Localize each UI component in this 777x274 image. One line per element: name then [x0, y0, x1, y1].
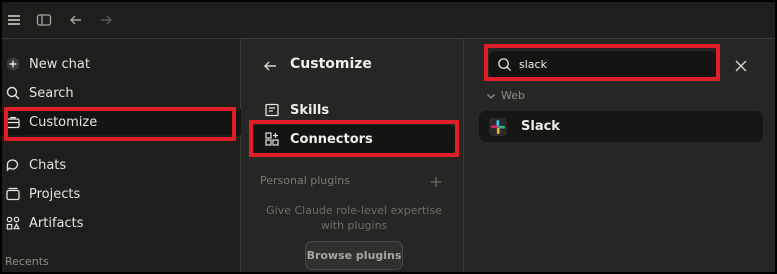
plus-circle-icon	[5, 56, 21, 72]
sidebar-item-chats[interactable]: Chats	[2, 152, 241, 178]
panel-title: Customize	[290, 56, 372, 72]
chevron-down-icon	[485, 90, 497, 102]
forward-arrow-icon[interactable]	[98, 12, 114, 28]
sidebar-item-label: Projects	[29, 186, 81, 202]
sidebar-item-label: New chat	[29, 56, 90, 72]
sidebar-item-search[interactable]: Search	[2, 80, 241, 106]
sidebar-item-label: Artifacts	[29, 215, 84, 231]
sidebar-item-projects[interactable]: Projects	[2, 181, 241, 207]
close-icon[interactable]	[734, 58, 748, 72]
search-box[interactable]	[489, 51, 717, 78]
search-input[interactable]	[519, 54, 709, 75]
plugins-empty-text: Give Claude role-level expertise with pl…	[266, 204, 442, 232]
skills-icon	[264, 102, 280, 118]
slack-logo-icon	[489, 118, 507, 136]
back-arrow-icon[interactable]	[68, 12, 84, 28]
connectors-panel: Web Slack	[465, 39, 775, 272]
recents-heading: Recents	[5, 255, 49, 268]
sidebar-item-new-chat[interactable]: New chat	[2, 51, 241, 77]
search-icon	[497, 57, 512, 72]
sidebar-item-label: Chats	[29, 157, 67, 173]
nav-item-label: Connectors	[290, 131, 373, 147]
plus-icon[interactable]	[430, 173, 442, 187]
chat-bubbles-icon	[5, 157, 21, 173]
artifacts-icon	[5, 215, 21, 231]
personal-plugins-heading: Personal plugins	[260, 174, 351, 187]
app-window: New chat Search Customize Chats Projects	[0, 0, 777, 274]
nav-item-skills[interactable]: Skills	[250, 96, 456, 124]
connector-result-label: Slack	[521, 119, 560, 134]
connectors-icon	[264, 131, 280, 147]
sidebar-item-label: Search	[29, 85, 74, 101]
sidebar-item-label: Customize	[29, 114, 98, 130]
menu-icon[interactable]	[6, 12, 22, 28]
customize-panel: Customize Skills Connectors Personal plu…	[242, 39, 464, 272]
nav-item-connectors[interactable]: Connectors	[250, 125, 456, 153]
sidebar-item-customize[interactable]: Customize	[2, 109, 241, 135]
sidebar-toggle-icon[interactable]	[36, 12, 52, 28]
web-section-toggle[interactable]: Web	[485, 89, 525, 102]
back-arrow-icon[interactable]	[262, 58, 278, 74]
browse-plugins-button[interactable]: Browse plugins	[305, 241, 403, 270]
briefcase-icon	[5, 114, 21, 130]
search-icon	[5, 85, 21, 101]
sidebar-item-artifacts[interactable]: Artifacts	[2, 210, 241, 236]
nav-item-label: Skills	[290, 102, 330, 118]
title-bar	[2, 2, 775, 39]
connector-result-slack[interactable]: Slack	[479, 111, 763, 142]
sidebar: New chat Search Customize Chats Projects	[2, 39, 241, 272]
web-section-label: Web	[501, 89, 525, 102]
folder-icon	[5, 186, 21, 202]
